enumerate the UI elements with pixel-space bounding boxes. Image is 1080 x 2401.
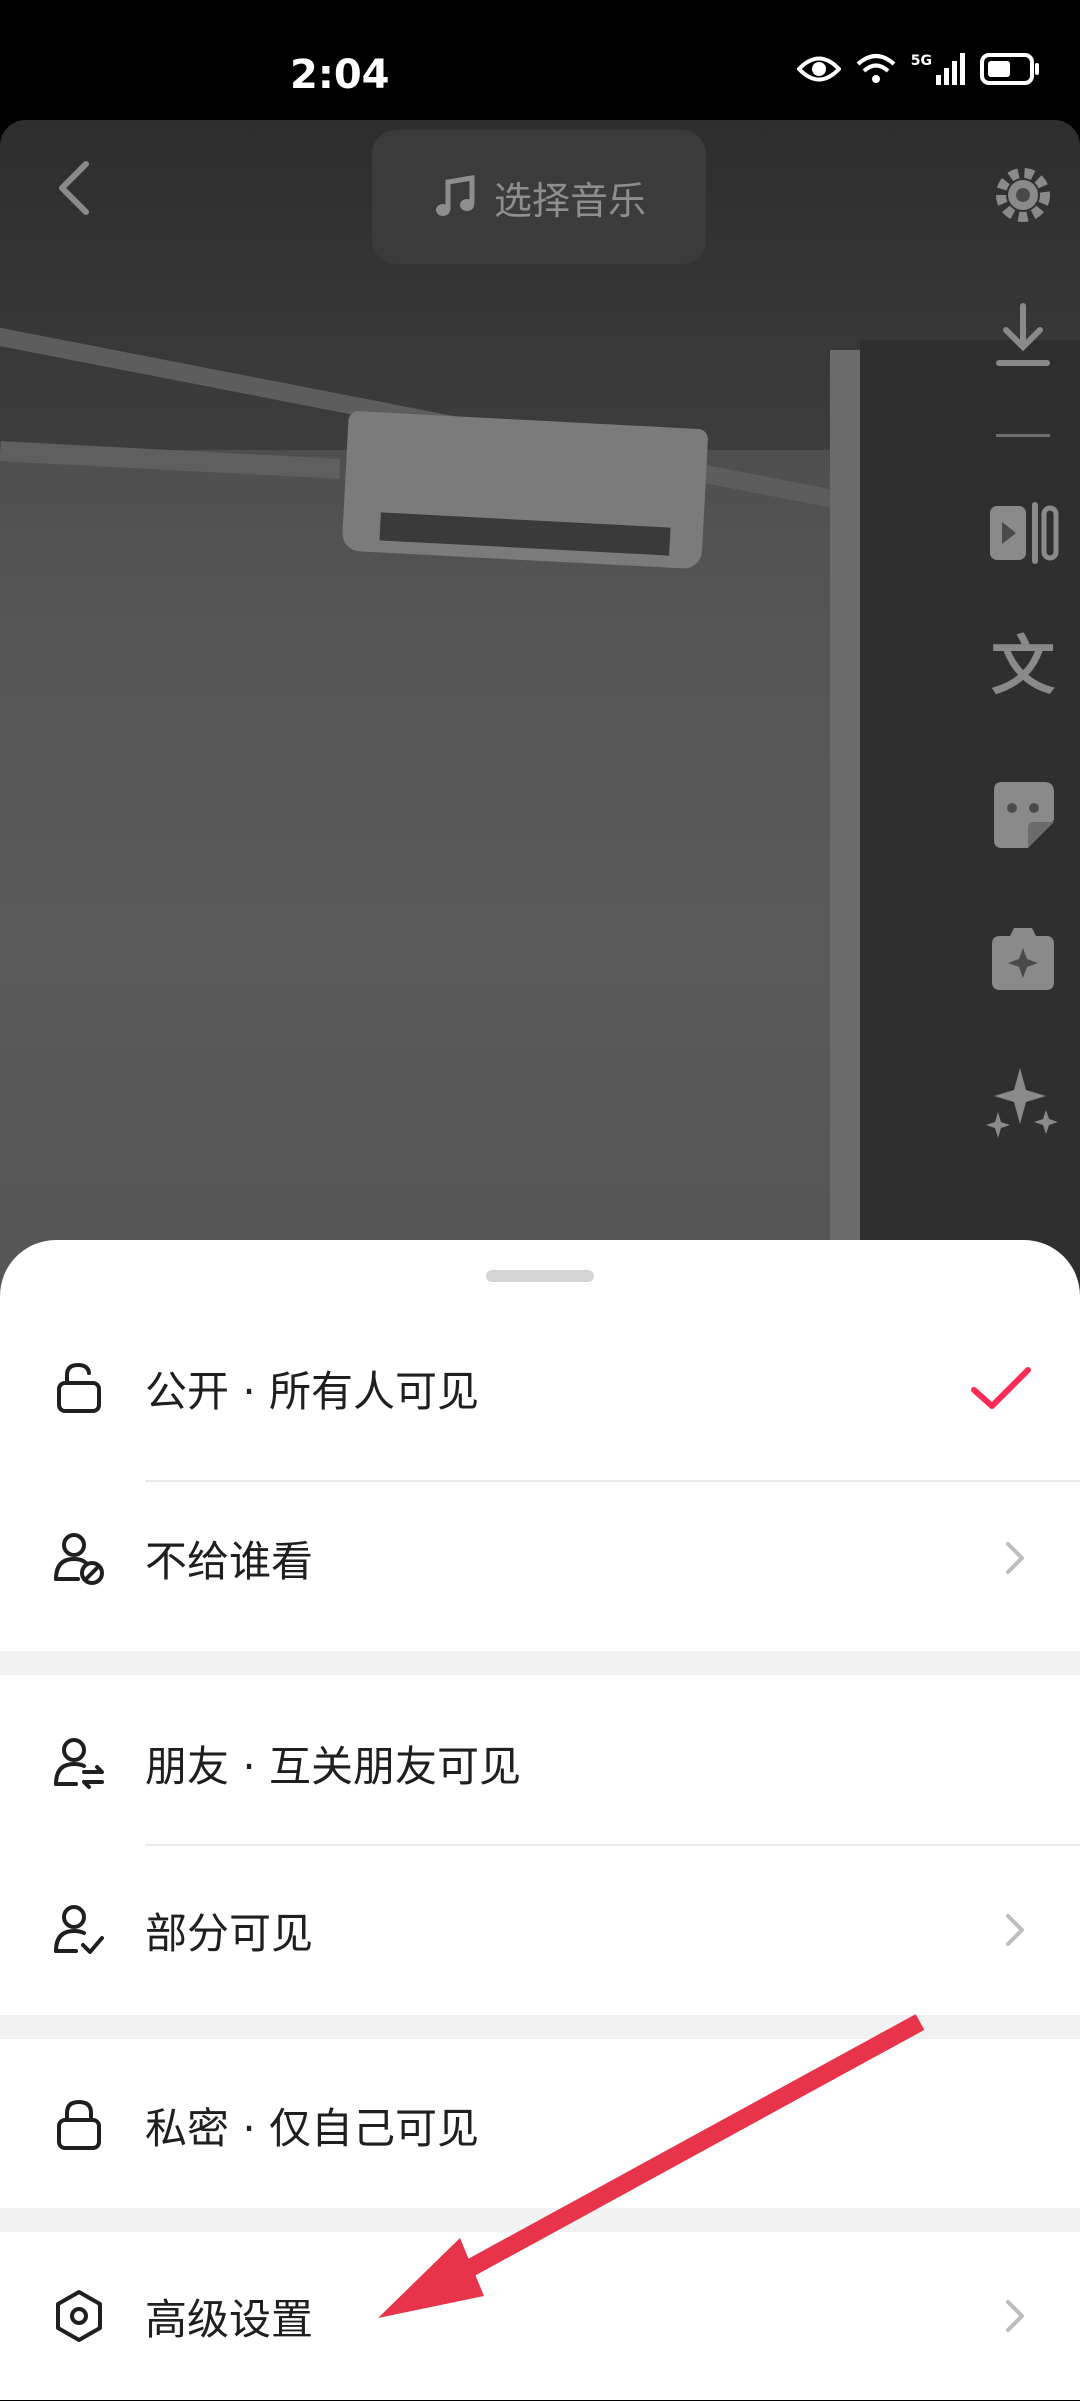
split-clip-icon[interactable]	[984, 494, 1062, 572]
text-tool-icon[interactable]: 文	[984, 628, 1062, 706]
sticker-icon[interactable]	[984, 776, 1062, 854]
wifi-icon	[856, 54, 896, 83]
user-block-icon	[54, 1533, 104, 1585]
battery-icon	[980, 53, 1039, 85]
status-bar: 2:04 5G	[0, 0, 1080, 120]
settings-gear-icon[interactable]	[984, 156, 1062, 234]
option-partial-label: 部分可见	[145, 1908, 314, 1958]
network-type: 5G	[910, 53, 932, 69]
option-partial[interactable]: 部分可见	[0, 1845, 1080, 2015]
status-time: 2:04	[290, 52, 390, 98]
option-friends-label: 朋友 · 互关朋友可见	[145, 1741, 522, 1791]
signal-icon	[936, 53, 965, 85]
sheet-drag-handle[interactable]	[486, 1270, 594, 1282]
side-toolbar: 文	[960, 120, 1080, 1300]
user-mutual-icon	[54, 1738, 104, 1789]
hexagon-settings-icon	[56, 2290, 102, 2342]
option-advanced-settings[interactable]: 高级设置	[0, 2231, 1080, 2401]
option-friends[interactable]: 朋友 · 互关朋友可见	[0, 1678, 1080, 1848]
section-gap	[0, 2208, 1080, 2232]
enhance-sparkle-icon[interactable]	[984, 1064, 1062, 1142]
eye-icon	[796, 56, 841, 82]
lock-icon	[57, 2099, 101, 2150]
option-hide-from-label: 不给谁看	[145, 1536, 314, 1586]
option-private[interactable]: 私密 · 仅自己可见	[0, 2040, 1080, 2210]
chevron-right-icon	[1006, 2300, 1024, 2332]
chevron-right-icon	[1006, 1542, 1024, 1574]
status-icons: 5G	[796, 52, 1040, 86]
option-advanced-settings-label: 高级设置	[145, 2294, 314, 2344]
section-gap	[0, 1651, 1080, 1675]
option-hide-from[interactable]: 不给谁看	[0, 1473, 1080, 1643]
visibility-sheet: 公开 · 所有人可见 不给谁看 朋友 · 互关朋友可见 部分可见 私密 · 仅自…	[0, 1240, 1080, 2400]
camera-preview: 选择音乐 文	[0, 120, 1080, 1300]
chevron-right-icon	[1006, 1914, 1024, 1946]
unlock-icon	[57, 1362, 101, 1413]
select-music-button[interactable]: 选择音乐	[372, 130, 706, 264]
option-public[interactable]: 公开 · 所有人可见	[0, 1303, 1080, 1473]
option-public-label: 公开 · 所有人可见	[145, 1366, 480, 1416]
option-private-label: 私密 · 仅自己可见	[145, 2103, 480, 2153]
back-chevron-icon[interactable]	[46, 158, 106, 218]
effects-camera-icon[interactable]	[984, 920, 1062, 998]
user-check-icon	[54, 1905, 104, 1954]
toolbar-divider	[996, 434, 1050, 437]
section-gap	[0, 2015, 1080, 2039]
download-icon[interactable]	[984, 300, 1062, 378]
cellular-signal: 5G	[911, 53, 966, 85]
music-note-icon	[435, 175, 475, 216]
selected-check-icon	[971, 1367, 1031, 1409]
select-music-label: 选择音乐	[493, 178, 646, 223]
